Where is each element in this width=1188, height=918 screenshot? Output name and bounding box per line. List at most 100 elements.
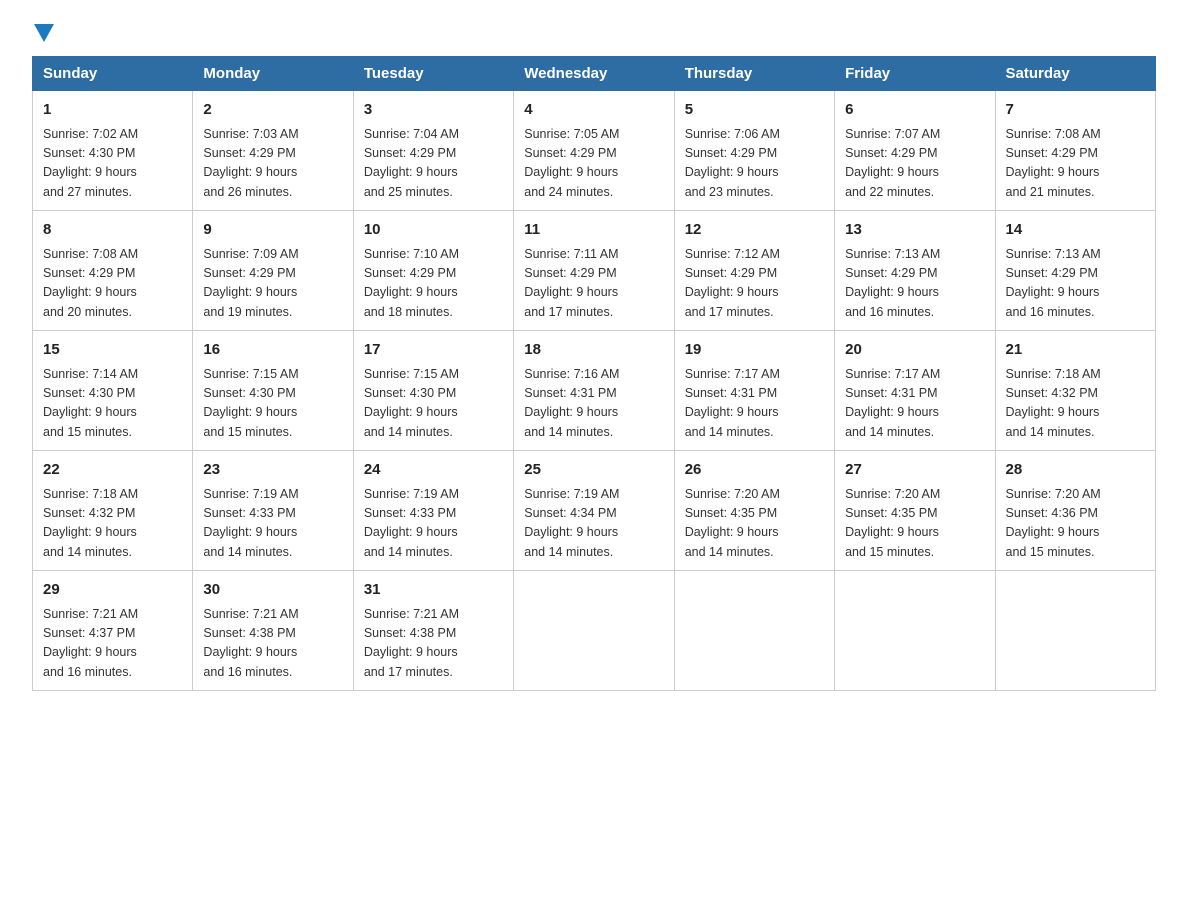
day-info: Sunrise: 7:11 AMSunset: 4:29 PMDaylight:… — [524, 245, 663, 323]
weekday-header-sunday: Sunday — [33, 57, 193, 91]
weekday-header-wednesday: Wednesday — [514, 57, 674, 91]
logo-triangle-icon — [34, 24, 54, 42]
calendar-cell — [835, 571, 995, 691]
day-number: 10 — [364, 219, 503, 242]
weekday-row: SundayMondayTuesdayWednesdayThursdayFrid… — [33, 57, 1156, 91]
calendar-cell: 12 Sunrise: 7:12 AMSunset: 4:29 PMDayligh… — [674, 211, 834, 331]
calendar-header: SundayMondayTuesdayWednesdayThursdayFrid… — [33, 57, 1156, 91]
calendar-cell — [995, 571, 1155, 691]
calendar-cell: 15Sunrise: 7:14 AMSunset: 4:30 PMDayligh… — [33, 331, 193, 451]
calendar-cell: 13Sunrise: 7:13 AMSunset: 4:29 PMDayligh… — [835, 211, 995, 331]
day-number: 19 — [685, 339, 824, 362]
day-number: 9 — [203, 219, 342, 242]
day-info: Sunrise: 7:09 AMSunset: 4:29 PMDaylight:… — [203, 245, 342, 323]
day-number: 21 — [1006, 339, 1145, 362]
calendar-cell — [674, 571, 834, 691]
calendar-week-row: 29 Sunrise: 7:21 AMSunset: 4:37 PMDayligh… — [33, 571, 1156, 691]
day-info: Sunrise: 7:10 AMSunset: 4:29 PMDaylight:… — [364, 245, 503, 323]
day-number: 16 — [203, 339, 342, 362]
day-info: Sunrise: 7:20 AMSunset: 4:35 PMDaylight:… — [685, 485, 824, 563]
calendar-cell: 17Sunrise: 7:15 AMSunset: 4:30 PMDayligh… — [353, 331, 513, 451]
day-info: Sunrise: 7:12 AMSunset: 4:29 PMDaylight:… — [685, 245, 824, 323]
day-info: Sunrise: 7:05 AMSunset: 4:29 PMDaylight:… — [524, 125, 663, 203]
calendar-cell: 26 Sunrise: 7:20 AMSunset: 4:35 PMDayligh… — [674, 451, 834, 571]
day-info: Sunrise: 7:21 AMSunset: 4:38 PMDaylight:… — [203, 605, 342, 683]
calendar-cell: 3 Sunrise: 7:04 AMSunset: 4:29 PMDaylight… — [353, 91, 513, 211]
weekday-header-monday: Monday — [193, 57, 353, 91]
day-info: Sunrise: 7:18 AMSunset: 4:32 PMDaylight:… — [43, 485, 182, 563]
day-number: 7 — [1006, 99, 1145, 122]
day-number: 8 — [43, 219, 182, 242]
day-number: 6 — [845, 99, 984, 122]
calendar-cell: 23 Sunrise: 7:19 AMSunset: 4:33 PMDayligh… — [193, 451, 353, 571]
day-number: 26 — [685, 459, 824, 482]
weekday-header-tuesday: Tuesday — [353, 57, 513, 91]
day-number: 3 — [364, 99, 503, 122]
day-number: 4 — [524, 99, 663, 122]
calendar-cell — [514, 571, 674, 691]
day-info: Sunrise: 7:19 AMSunset: 4:34 PMDaylight:… — [524, 485, 663, 563]
weekday-header-saturday: Saturday — [995, 57, 1155, 91]
day-number: 27 — [845, 459, 984, 482]
day-info: Sunrise: 7:04 AMSunset: 4:29 PMDaylight:… — [364, 125, 503, 203]
day-number: 22 — [43, 459, 182, 482]
calendar-cell: 31 Sunrise: 7:21 AMSunset: 4:38 PMDayligh… — [353, 571, 513, 691]
calendar-body: 1 Sunrise: 7:02 AMSunset: 4:30 PMDaylight… — [33, 91, 1156, 691]
day-number: 25 — [524, 459, 663, 482]
calendar-cell: 29 Sunrise: 7:21 AMSunset: 4:37 PMDayligh… — [33, 571, 193, 691]
weekday-header-friday: Friday — [835, 57, 995, 91]
calendar-cell: 27 Sunrise: 7:20 AMSunset: 4:35 PMDayligh… — [835, 451, 995, 571]
calendar-cell: 5 Sunrise: 7:06 AMSunset: 4:29 PMDaylight… — [674, 91, 834, 211]
calendar-cell: 18Sunrise: 7:16 AMSunset: 4:31 PMDayligh… — [514, 331, 674, 451]
day-info: Sunrise: 7:17 AMSunset: 4:31 PMDaylight:… — [685, 365, 824, 443]
day-number: 18 — [524, 339, 663, 362]
day-info: Sunrise: 7:03 AMSunset: 4:29 PMDaylight:… — [203, 125, 342, 203]
day-number: 15 — [43, 339, 182, 362]
calendar-cell: 2 Sunrise: 7:03 AMSunset: 4:29 PMDaylight… — [193, 91, 353, 211]
day-number: 29 — [43, 579, 182, 602]
day-number: 2 — [203, 99, 342, 122]
day-number: 23 — [203, 459, 342, 482]
day-number: 13 — [845, 219, 984, 242]
day-number: 1 — [43, 99, 182, 122]
calendar-week-row: 1 Sunrise: 7:02 AMSunset: 4:30 PMDaylight… — [33, 91, 1156, 211]
day-number: 14 — [1006, 219, 1145, 242]
day-info: Sunrise: 7:06 AMSunset: 4:29 PMDaylight:… — [685, 125, 824, 203]
day-info: Sunrise: 7:21 AMSunset: 4:38 PMDaylight:… — [364, 605, 503, 683]
calendar-table: SundayMondayTuesdayWednesdayThursdayFrid… — [32, 56, 1156, 691]
calendar-cell: 8 Sunrise: 7:08 AMSunset: 4:29 PMDaylight… — [33, 211, 193, 331]
calendar-cell: 11 Sunrise: 7:11 AMSunset: 4:29 PMDayligh… — [514, 211, 674, 331]
day-number: 31 — [364, 579, 503, 602]
calendar-cell: 30 Sunrise: 7:21 AMSunset: 4:38 PMDayligh… — [193, 571, 353, 691]
day-number: 30 — [203, 579, 342, 602]
day-info: Sunrise: 7:19 AMSunset: 4:33 PMDaylight:… — [364, 485, 503, 563]
day-number: 28 — [1006, 459, 1145, 482]
calendar-week-row: 15Sunrise: 7:14 AMSunset: 4:30 PMDayligh… — [33, 331, 1156, 451]
day-info: Sunrise: 7:15 AMSunset: 4:30 PMDaylight:… — [203, 365, 342, 443]
day-info: Sunrise: 7:19 AMSunset: 4:33 PMDaylight:… — [203, 485, 342, 563]
day-number: 24 — [364, 459, 503, 482]
calendar-cell: 10 Sunrise: 7:10 AMSunset: 4:29 PMDayligh… — [353, 211, 513, 331]
day-info: Sunrise: 7:08 AMSunset: 4:29 PMDaylight:… — [43, 245, 182, 323]
day-number: 20 — [845, 339, 984, 362]
day-info: Sunrise: 7:07 AMSunset: 4:29 PMDaylight:… — [845, 125, 984, 203]
day-number: 5 — [685, 99, 824, 122]
calendar-cell: 1 Sunrise: 7:02 AMSunset: 4:30 PMDaylight… — [33, 91, 193, 211]
day-number: 11 — [524, 219, 663, 242]
day-info: Sunrise: 7:02 AMSunset: 4:30 PMDaylight:… — [43, 125, 182, 203]
calendar-cell: 7Sunrise: 7:08 AMSunset: 4:29 PMDaylight… — [995, 91, 1155, 211]
page-header — [32, 24, 1156, 40]
day-info: Sunrise: 7:20 AMSunset: 4:36 PMDaylight:… — [1006, 485, 1145, 563]
day-info: Sunrise: 7:20 AMSunset: 4:35 PMDaylight:… — [845, 485, 984, 563]
calendar-cell: 9 Sunrise: 7:09 AMSunset: 4:29 PMDaylight… — [193, 211, 353, 331]
logo-blue-area — [32, 24, 55, 44]
day-info: Sunrise: 7:13 AMSunset: 4:29 PMDaylight:… — [1006, 245, 1145, 323]
day-number: 12 — [685, 219, 824, 242]
calendar-cell: 14 Sunrise: 7:13 AMSunset: 4:29 PMDayligh… — [995, 211, 1155, 331]
calendar-cell: 6 Sunrise: 7:07 AMSunset: 4:29 PMDaylight… — [835, 91, 995, 211]
calendar-cell: 20Sunrise: 7:17 AMSunset: 4:31 PMDayligh… — [835, 331, 995, 451]
calendar-cell: 19 Sunrise: 7:17 AMSunset: 4:31 PMDayligh… — [674, 331, 834, 451]
weekday-header-thursday: Thursday — [674, 57, 834, 91]
day-info: Sunrise: 7:21 AMSunset: 4:37 PMDaylight:… — [43, 605, 182, 683]
day-info: Sunrise: 7:15 AMSunset: 4:30 PMDaylight:… — [364, 365, 503, 443]
